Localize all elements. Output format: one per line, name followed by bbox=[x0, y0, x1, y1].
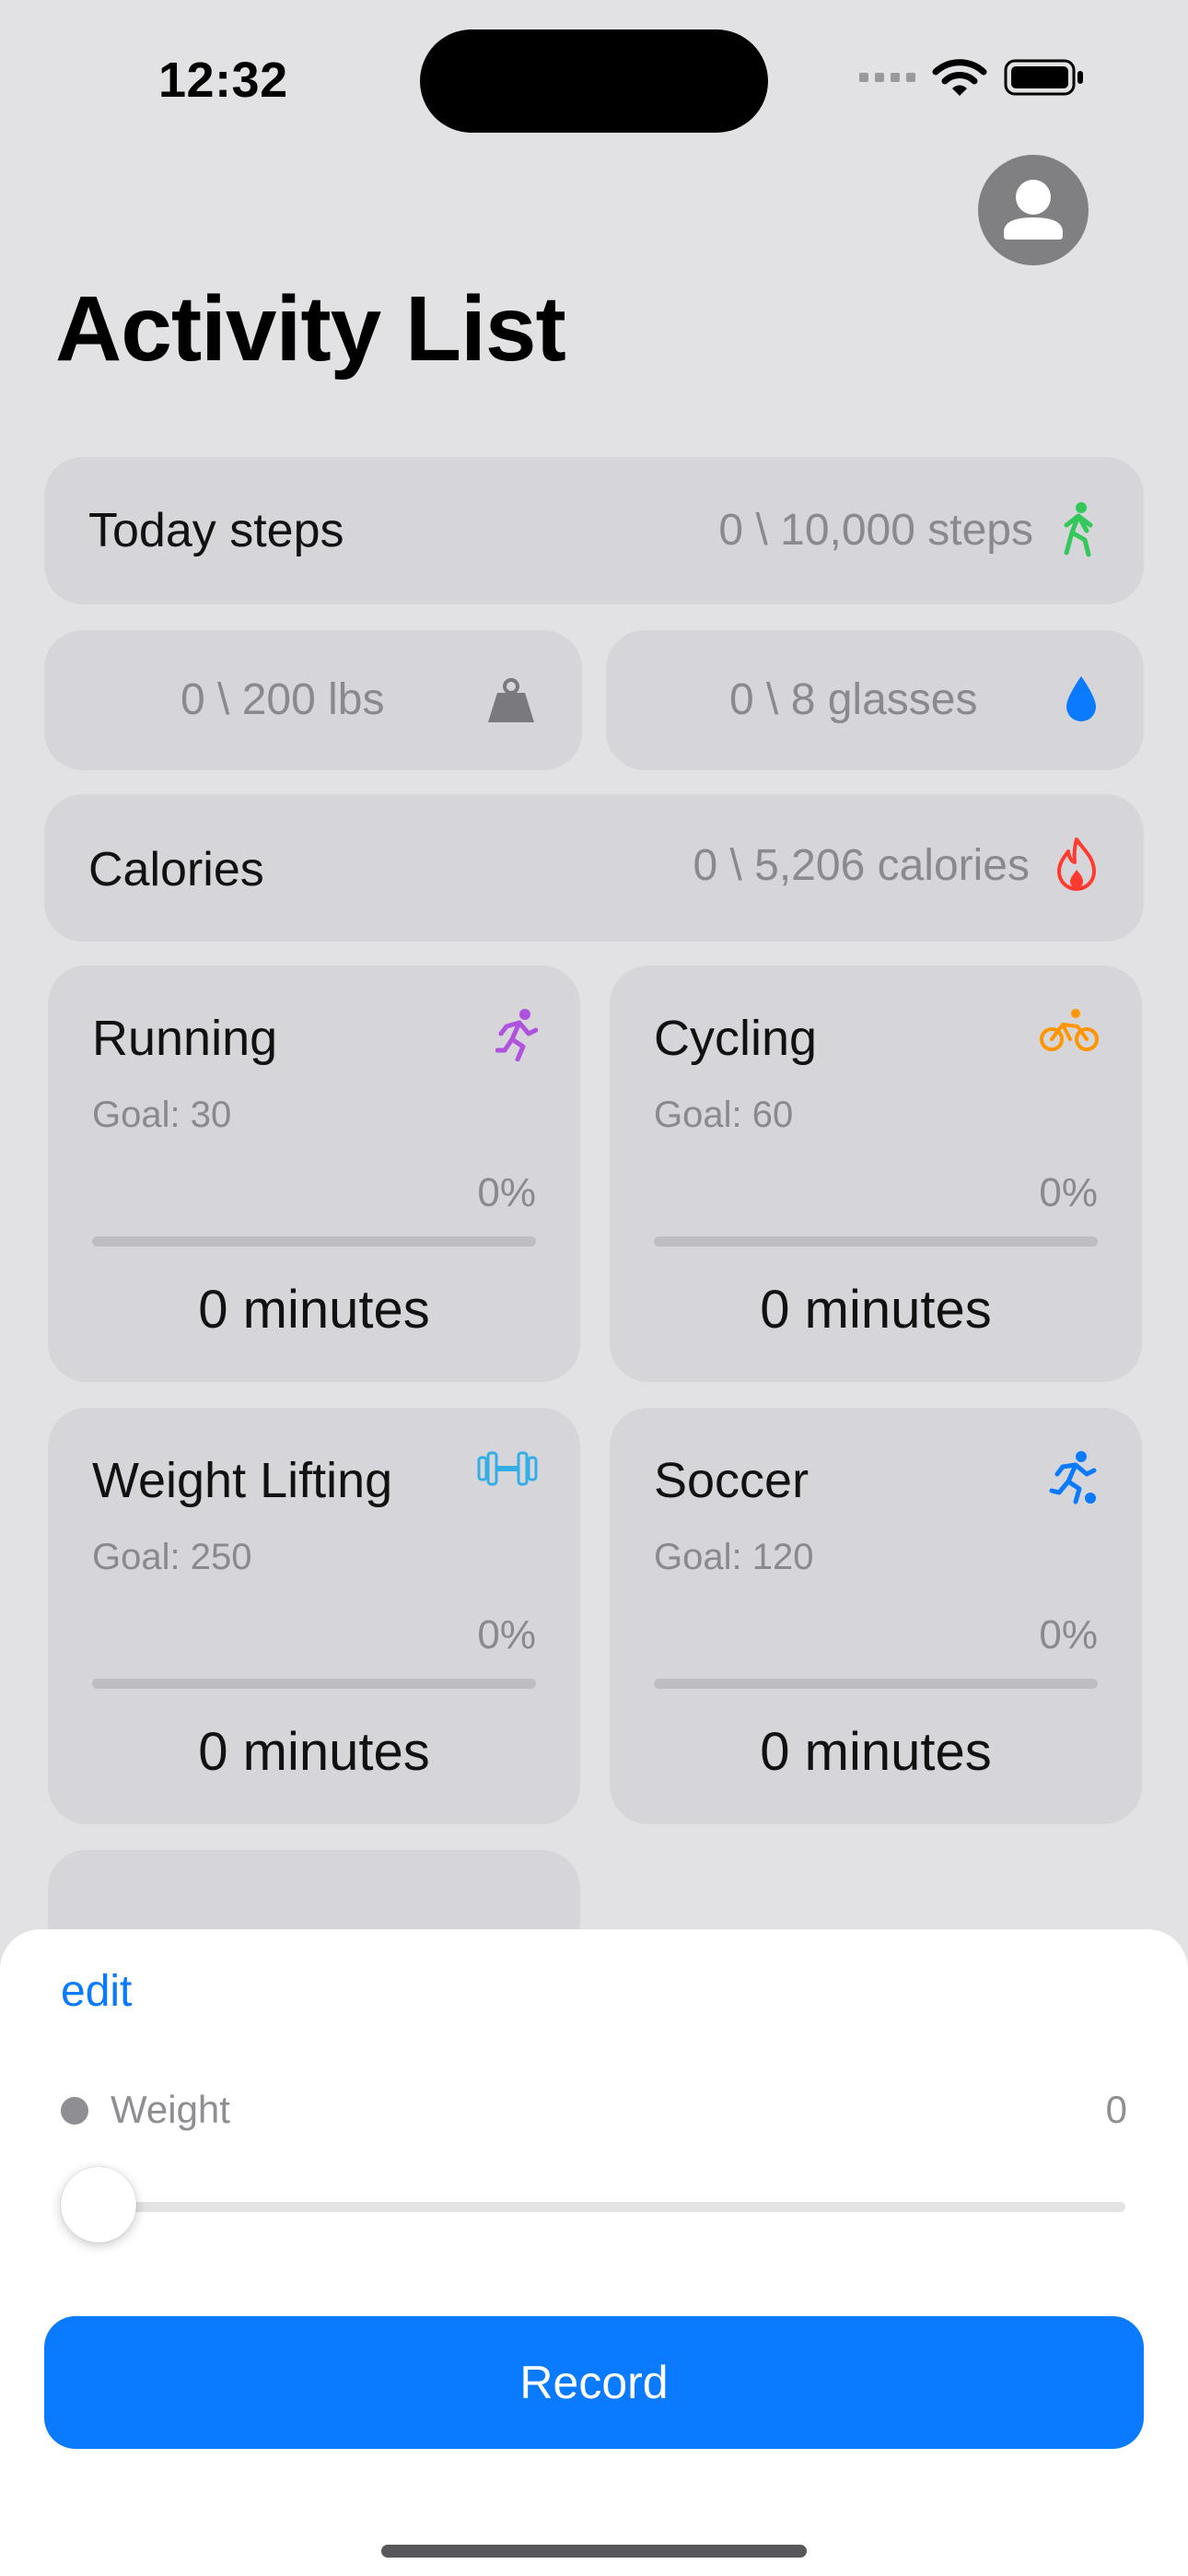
weight-value: 0 \ 200 lbs bbox=[181, 675, 385, 724]
activity-card-running[interactable]: Running Goal: 30 0% 0 minutes bbox=[48, 966, 580, 1382]
activity-goal: Goal: 60 bbox=[654, 1095, 794, 1135]
activity-minutes: 0 minutes bbox=[198, 1280, 430, 1340]
dumbbell-icon bbox=[477, 1451, 538, 1486]
activity-goal: Goal: 30 bbox=[92, 1095, 232, 1135]
activity-name: Running bbox=[92, 1011, 278, 1066]
water-card[interactable]: 0 \ 8 glasses bbox=[606, 630, 1144, 770]
activity-card-cycling[interactable]: Cycling Goal: 60 0% 0 minutes bbox=[610, 966, 1142, 1382]
activity-goal: Goal: 250 bbox=[92, 1537, 252, 1577]
bicycle-icon bbox=[1040, 1009, 1099, 1051]
steps-card[interactable]: Today steps 0 \ 10,000 steps bbox=[44, 457, 1144, 604]
activity-progress-bar bbox=[654, 1236, 1098, 1247]
steps-label: Today steps bbox=[88, 504, 344, 557]
water-value: 0 \ 8 glasses bbox=[729, 675, 978, 724]
wifi-icon bbox=[932, 59, 987, 96]
activity-progress-bar bbox=[92, 1679, 536, 1689]
status-time: 12:32 bbox=[158, 53, 288, 108]
activity-goal: Goal: 120 bbox=[654, 1537, 814, 1577]
flame-icon bbox=[1057, 837, 1096, 891]
activity-card-soccer[interactable]: Soccer Goal: 120 0% 0 minutes bbox=[610, 1408, 1142, 1824]
calories-label: Calories bbox=[88, 843, 264, 896]
activity-name: Cycling bbox=[654, 1011, 818, 1066]
activity-minutes: 0 minutes bbox=[760, 1280, 992, 1340]
cellular-signal-icon bbox=[859, 73, 915, 82]
person-icon bbox=[1004, 180, 1063, 240]
metric-value: 0 bbox=[1105, 2088, 1127, 2131]
profile-avatar-button[interactable] bbox=[978, 155, 1089, 265]
edit-link[interactable]: edit bbox=[61, 1966, 132, 2017]
dynamic-island bbox=[420, 29, 768, 133]
activity-name: Weight Lifting bbox=[92, 1453, 393, 1508]
water-drop-icon bbox=[1066, 676, 1096, 721]
calories-card[interactable]: Calories 0 \ 5,206 calories bbox=[44, 794, 1144, 942]
soccer-player-icon bbox=[1049, 1451, 1097, 1505]
record-button[interactable]: Record bbox=[44, 2316, 1144, 2449]
activity-percent: 0% bbox=[1039, 1170, 1098, 1215]
page-title: Activity List bbox=[55, 277, 566, 381]
activity-minutes: 0 minutes bbox=[760, 1722, 992, 1782]
activity-progress-bar bbox=[654, 1679, 1098, 1689]
activity-percent: 0% bbox=[1039, 1612, 1098, 1657]
metric-dot-icon bbox=[61, 2097, 88, 2125]
scale-weight-icon bbox=[488, 678, 534, 722]
home-indicator bbox=[381, 2545, 807, 2558]
weight-slider-thumb[interactable] bbox=[61, 2167, 136, 2242]
activity-card-weight-lifting[interactable]: Weight Lifting Goal: 250 0% 0 minutes bbox=[48, 1408, 580, 1824]
activity-progress-bar bbox=[92, 1236, 536, 1247]
steps-value: 0 \ 10,000 steps bbox=[718, 506, 1033, 555]
activity-percent: 0% bbox=[477, 1170, 536, 1215]
activity-percent: 0% bbox=[477, 1612, 536, 1657]
running-figure-icon bbox=[495, 1009, 538, 1061]
activity-name: Soccer bbox=[654, 1453, 809, 1508]
activity-minutes: 0 minutes bbox=[198, 1722, 430, 1782]
battery-icon bbox=[1004, 59, 1083, 96]
calories-value: 0 \ 5,206 calories bbox=[693, 841, 1030, 890]
record-sheet: edit Weight 0 Record bbox=[0, 1929, 1188, 2576]
weight-card[interactable]: 0 \ 200 lbs bbox=[44, 630, 582, 770]
status-indicators bbox=[859, 57, 1085, 98]
weight-slider-track[interactable] bbox=[61, 2202, 1125, 2212]
metric-label: Weight bbox=[111, 2088, 230, 2131]
walking-figure-icon bbox=[1064, 502, 1093, 557]
